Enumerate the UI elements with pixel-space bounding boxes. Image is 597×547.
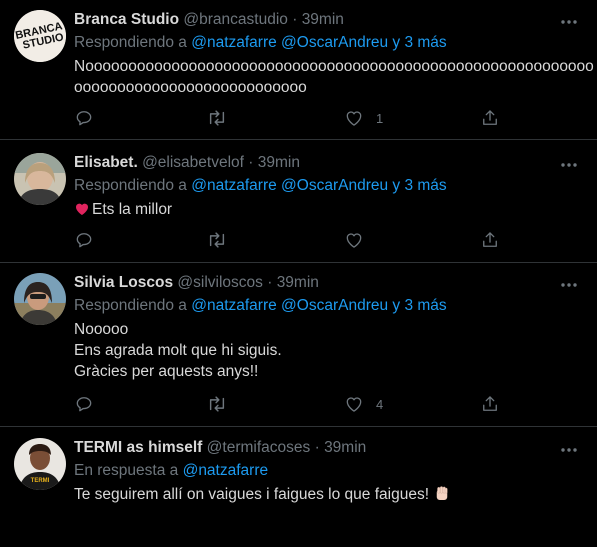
tweet-header: TERMI as himself @termifacoses · 39min <box>74 438 581 458</box>
reply-mentions[interactable]: @natzafarre @OscarAndreu y 3 más <box>191 177 446 194</box>
tweet-content: Elisabet. @elisabetvelof · 39min Respond… <box>74 153 581 223</box>
heart-icon <box>344 230 364 250</box>
tweet-header: Branca Studio @brancastudio · 39min <box>74 10 581 30</box>
reply-prefix: Respondiendo a <box>74 297 192 314</box>
avatar-shirt-text: TERMI <box>31 478 50 484</box>
avatar[interactable] <box>14 273 66 325</box>
tweet-header: Elisabet. @elisabetvelof · 39min <box>74 153 581 173</box>
reply-prefix: Respondiendo a <box>74 34 192 51</box>
reply-mentions[interactable]: @natzafarre @OscarAndreu y 3 más <box>191 297 446 314</box>
user-handle[interactable]: @elisabetvelof <box>142 154 244 171</box>
tweet-text: Nooooooooooooooooooooooooooooooooooooooo… <box>74 56 594 98</box>
display-name[interactable]: TERMI as himself <box>74 439 202 456</box>
display-name[interactable]: Elisabet. <box>74 154 138 171</box>
tweet-content: Silvia Loscos @silviloscos · 39min Respo… <box>74 273 581 382</box>
more-icon[interactable] <box>559 440 579 460</box>
like-button[interactable] <box>344 230 364 250</box>
retweet-button[interactable] <box>206 394 228 414</box>
reply-button[interactable] <box>74 108 94 128</box>
retweet-button[interactable] <box>206 108 228 128</box>
more-icon[interactable] <box>559 275 579 295</box>
tweet[interactable]: TERMI TERMI as himself @termifacoses · 3… <box>0 427 597 547</box>
reply-icon <box>74 230 94 250</box>
tweet-text-line: Ens agrada molt que hi siguis. <box>74 342 282 359</box>
display-name[interactable]: Silvia Loscos <box>74 274 173 291</box>
red-heart-emoji-icon <box>74 201 90 223</box>
reply-mentions[interactable]: @natzafarre <box>183 462 269 479</box>
tweet-text-line: Nooooooooooooooooooooooooooooooooooooooo… <box>74 58 594 75</box>
tweet[interactable]: BRANCA STUDIO Branca Studio @brancastudi… <box>0 0 597 140</box>
reply-context: Respondiendo a @natzafarre @OscarAndreu … <box>74 176 581 196</box>
share-button[interactable] <box>480 108 500 128</box>
tweet-text-line: ooooooooooooooooooooooooooo <box>74 79 307 96</box>
reply-context: Respondiendo a @natzafarre @OscarAndreu … <box>74 296 581 316</box>
timestamp[interactable]: 39min <box>277 274 319 291</box>
raised-fist-emoji-icon <box>433 485 451 509</box>
tweet-header: Silvia Loscos @silviloscos · 39min <box>74 273 581 293</box>
tweet-text: Te seguirem allí on vaigues i faigues lo… <box>74 484 581 509</box>
tweet-text: Ets la millor <box>74 199 581 223</box>
tweet-text-line: Nooooo <box>74 321 129 338</box>
tweet[interactable]: Silvia Loscos @silviloscos · 39min Respo… <box>0 263 597 427</box>
timestamp[interactable]: 39min <box>324 439 366 456</box>
tweet-actions <box>74 230 514 250</box>
heart-icon <box>344 108 364 128</box>
tweet-text-line: Ets la millor <box>92 201 173 218</box>
heart-icon <box>344 394 364 414</box>
like-button[interactable]: 1 <box>344 108 383 128</box>
retweet-button[interactable] <box>206 230 228 250</box>
reply-context: En respuesta a @natzafarre <box>74 461 581 481</box>
avatar[interactable]: BRANCA STUDIO <box>14 10 66 62</box>
like-count: 1 <box>376 110 384 126</box>
tweet-text: Nooooo Ens agrada molt que hi siguis. Gr… <box>74 319 581 382</box>
user-handle[interactable]: @termifacoses <box>207 439 311 456</box>
like-button[interactable]: 4 <box>344 394 383 414</box>
like-count: 4 <box>376 396 384 412</box>
timestamp[interactable]: 39min <box>258 154 300 171</box>
reply-prefix: En respuesta a <box>74 462 183 479</box>
reply-prefix: Respondiendo a <box>74 177 192 194</box>
share-button[interactable] <box>480 230 500 250</box>
reply-icon <box>74 394 94 414</box>
timeline: BRANCA STUDIO Branca Studio @brancastudi… <box>0 0 597 547</box>
share-icon <box>480 394 500 414</box>
tweet-content: TERMI as himself @termifacoses · 39min E… <box>74 438 581 509</box>
tweet-actions: 4 <box>74 394 514 414</box>
tweet[interactable]: Elisabet. @elisabetvelof · 39min Respond… <box>0 140 597 263</box>
tweet-text-line: Gràcies per aquests anys!! <box>74 363 259 380</box>
avatar[interactable]: TERMI <box>14 438 66 490</box>
timestamp[interactable]: 39min <box>302 11 344 28</box>
separator-dot: · <box>267 274 273 291</box>
retweet-icon <box>206 394 228 414</box>
more-icon[interactable] <box>559 12 579 32</box>
reply-button[interactable] <box>74 230 94 250</box>
separator-dot: · <box>314 439 320 456</box>
tweet-content: Branca Studio @brancastudio · 39min Resp… <box>74 10 594 98</box>
reply-context: Respondiendo a @natzafarre @OscarAndreu … <box>74 33 581 53</box>
share-icon <box>480 230 500 250</box>
tweet-actions: 1 <box>74 108 514 128</box>
share-icon <box>480 108 500 128</box>
retweet-icon <box>206 108 228 128</box>
separator-dot: · <box>292 11 298 28</box>
tweet-text-line: Te seguirem allí on vaigues i faigues lo… <box>74 486 429 503</box>
more-icon[interactable] <box>559 155 579 175</box>
avatar[interactable] <box>14 153 66 205</box>
reply-icon <box>74 108 94 128</box>
user-handle[interactable]: @silviloscos <box>177 274 263 291</box>
reply-button[interactable] <box>74 394 94 414</box>
user-handle[interactable]: @brancastudio <box>183 11 288 28</box>
share-button[interactable] <box>480 394 500 414</box>
reply-mentions[interactable]: @natzafarre @OscarAndreu y 3 más <box>191 34 446 51</box>
retweet-icon <box>206 230 228 250</box>
separator-dot: · <box>248 154 254 171</box>
display-name[interactable]: Branca Studio <box>74 11 179 28</box>
